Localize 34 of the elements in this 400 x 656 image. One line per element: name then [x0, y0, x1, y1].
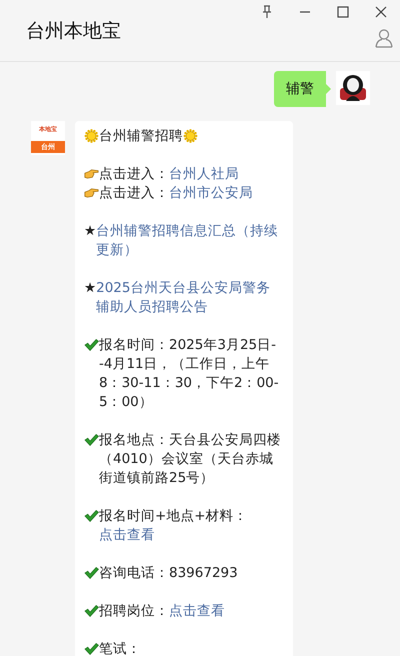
- pin-icon[interactable]: [260, 5, 274, 19]
- person-icon[interactable]: [374, 28, 394, 48]
- message-link[interactable]: 点击查看: [99, 527, 155, 543]
- sent-message: 辅警: [274, 71, 331, 107]
- check-icon: [84, 642, 99, 656]
- check-icon: [84, 338, 99, 352]
- star-mark: ★: [84, 279, 96, 298]
- close-icon[interactable]: [374, 5, 388, 19]
- window-title: 台州本地宝: [25, 19, 121, 44]
- message-text: 笔试：: [99, 640, 142, 656]
- star-mark: ★: [84, 222, 96, 241]
- check-icon: [84, 566, 99, 580]
- check-icon: [84, 433, 99, 447]
- message-link[interactable]: 2025台州天台县公安局警务辅助人员招聘公告: [96, 279, 284, 317]
- message-text: 报名时间+地点+材料： 点击查看: [99, 507, 249, 545]
- message-link[interactable]: 点击查看: [169, 603, 225, 619]
- message-link[interactable]: 台州市公安局: [169, 185, 253, 201]
- message-text: 点击进入：台州市公安局: [99, 184, 254, 203]
- pointing-hand-icon: [84, 186, 99, 200]
- message-text: 台州辅警招聘: [99, 127, 183, 146]
- message-text: 咨询电话：83967293: [99, 564, 239, 583]
- check-icon: [84, 604, 99, 618]
- check-icon: [84, 509, 99, 523]
- avatar-icon: [336, 71, 370, 105]
- message-text: 招聘岗位：点击查看: [99, 602, 226, 621]
- sun-icon: [183, 129, 198, 143]
- message-text: 报名时间：2025年3月25日--4月11日，（工作日，上午8：30-11：30，下午2：00-5：00）: [99, 336, 280, 412]
- message-text: 报名地点：天台县公安局四楼（4010）会议室（天台赤城街道镇前路25号）: [99, 431, 282, 488]
- maximize-icon[interactable]: [336, 5, 350, 19]
- message-text: 点击进入：台州人社局: [99, 165, 240, 184]
- sun-icon: [84, 129, 99, 143]
- message-link[interactable]: 台州人社局: [169, 166, 239, 182]
- pointing-hand-icon: [84, 167, 99, 181]
- message-link[interactable]: 台州辅警招聘信息汇总（持续更新）: [96, 222, 284, 260]
